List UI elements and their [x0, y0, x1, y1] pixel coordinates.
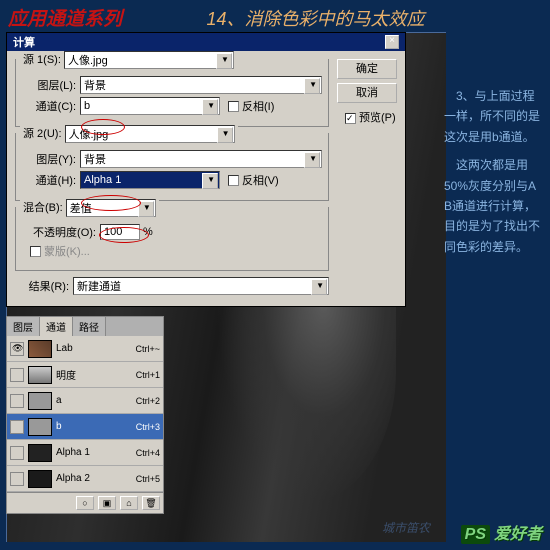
dialog-title: 计算 [13, 34, 385, 50]
src1-layer-label: 图层(L): [22, 77, 76, 93]
blend-select[interactable]: 差值 [66, 199, 156, 217]
channel-thumbnail [28, 392, 52, 410]
src2-invert-label: 反相(V) [242, 172, 279, 188]
channel-row-明度[interactable]: 明度 Ctrl+1 [7, 362, 163, 388]
src1-invert-label: 反相(I) [242, 98, 274, 114]
tab-channels[interactable]: 通道 [40, 317, 73, 336]
channel-thumbnail [28, 470, 52, 488]
step-title: 14、消除色彩中的马太效应 [206, 9, 424, 29]
channel-thumbnail [28, 418, 52, 436]
cancel-button[interactable]: 取消 [337, 83, 397, 103]
new-channel-icon[interactable]: ⌂ [120, 496, 138, 510]
channel-thumbnail [28, 340, 52, 358]
tab-paths[interactable]: 路径 [73, 317, 106, 336]
channel-row-Alpha 2[interactable]: Alpha 2 Ctrl+5 [7, 466, 163, 492]
channel-name: Alpha 2 [56, 473, 132, 484]
src1-layer-select[interactable]: 背景 [80, 76, 322, 94]
opacity-label: 不透明度(O): [22, 224, 96, 240]
channel-shortcut: Ctrl+1 [136, 370, 160, 380]
src2-invert-checkbox[interactable] [228, 175, 239, 186]
channel-name: Lab [56, 343, 131, 354]
source2-group: 源 2(U): 人像.jpg 图层(Y):背景 通道(H):Alpha 1反相(… [15, 133, 329, 201]
channel-row-b[interactable]: b Ctrl+3 [7, 414, 163, 440]
src2-select[interactable]: 人像.jpg [65, 125, 235, 143]
channel-name: 明度 [56, 367, 132, 382]
result-label: 结果(R): [15, 278, 69, 294]
channel-thumbnail [28, 366, 52, 384]
src1-channel-select[interactable]: b [80, 97, 220, 115]
delete-channel-icon[interactable]: 🗑 [142, 496, 160, 510]
channel-shortcut: Ctrl+3 [136, 422, 160, 432]
src2-legend: 源 2(U): [23, 128, 62, 140]
calculations-dialog: 计算 × 确定 取消 预览(P) 源 1(S): 人像.jpg 图层(L):背景… [6, 32, 406, 307]
site-watermark: PS爱好者 [461, 520, 542, 544]
author-watermark: 城市笛农 [382, 519, 430, 536]
src2-layer-select[interactable]: 背景 [80, 150, 322, 168]
src2-channel-label: 通道(H): [22, 172, 76, 188]
channel-row-Lab[interactable]: Lab Ctrl+~ [7, 336, 163, 362]
ps-logo: PS [461, 525, 490, 544]
visibility-icon[interactable] [10, 368, 24, 382]
channel-name: b [56, 421, 132, 432]
instruction-text: 3、与上面过程一样，所不同的是这次是用b通道。 这两次都是用50%灰度分别与A … [444, 86, 544, 265]
src1-invert-checkbox[interactable] [228, 101, 239, 112]
channels-panel: 图层 通道 路径 Lab Ctrl+~ 明度 Ctrl+1 a Ctrl+2 b Ctrl+3… [6, 316, 164, 514]
load-selection-icon[interactable]: ○ [76, 496, 94, 510]
close-icon[interactable]: × [385, 35, 399, 49]
channel-name: a [56, 395, 132, 406]
tab-layers[interactable]: 图层 [7, 317, 40, 336]
mask-label: 蒙版(K)... [44, 243, 90, 259]
mask-checkbox[interactable] [30, 246, 41, 257]
blending-group: 混合(B): 差值 不透明度(O):100% 蒙版(K)... [15, 207, 329, 271]
src1-channel-label: 通道(C): [22, 98, 76, 114]
instruction-p1: 3、与上面过程一样，所不同的是这次是用b通道。 [444, 86, 544, 147]
visibility-icon[interactable] [10, 394, 24, 408]
visibility-icon[interactable] [10, 420, 24, 434]
channel-row-Alpha 1[interactable]: Alpha 1 Ctrl+4 [7, 440, 163, 466]
channel-shortcut: Ctrl+~ [135, 344, 160, 354]
channel-thumbnail [28, 444, 52, 462]
visibility-icon[interactable] [10, 342, 24, 356]
preview-label: 预览(P) [359, 112, 396, 124]
watermark-text: 爱好者 [494, 526, 542, 543]
visibility-icon[interactable] [10, 446, 24, 460]
channel-shortcut: Ctrl+2 [136, 396, 160, 406]
blend-label: 混合(B): [23, 202, 63, 214]
opacity-input[interactable]: 100 [100, 224, 140, 240]
channel-row-a[interactable]: a Ctrl+2 [7, 388, 163, 414]
src1-legend: 源 1(S): [23, 54, 61, 66]
opacity-unit: % [143, 226, 153, 238]
result-select[interactable]: 新建通道 [73, 277, 329, 295]
src1-select[interactable]: 人像.jpg [64, 51, 234, 69]
ok-button[interactable]: 确定 [337, 59, 397, 79]
src2-channel-select[interactable]: Alpha 1 [80, 171, 220, 189]
src2-layer-label: 图层(Y): [22, 151, 76, 167]
save-selection-icon[interactable]: ▣ [98, 496, 116, 510]
channel-shortcut: Ctrl+5 [136, 474, 160, 484]
preview-checkbox[interactable] [345, 113, 356, 124]
channel-shortcut: Ctrl+4 [136, 448, 160, 458]
channel-name: Alpha 1 [56, 447, 132, 458]
instruction-p2: 这两次都是用50%灰度分别与A B通道进行计算，目的是为了找出不同色彩的差异。 [444, 155, 544, 257]
source1-group: 源 1(S): 人像.jpg 图层(L):背景 通道(C):b反相(I) [15, 59, 329, 127]
visibility-icon[interactable] [10, 472, 24, 486]
dialog-titlebar[interactable]: 计算 × [7, 33, 405, 51]
series-title: 应用通道系列 [8, 9, 122, 30]
